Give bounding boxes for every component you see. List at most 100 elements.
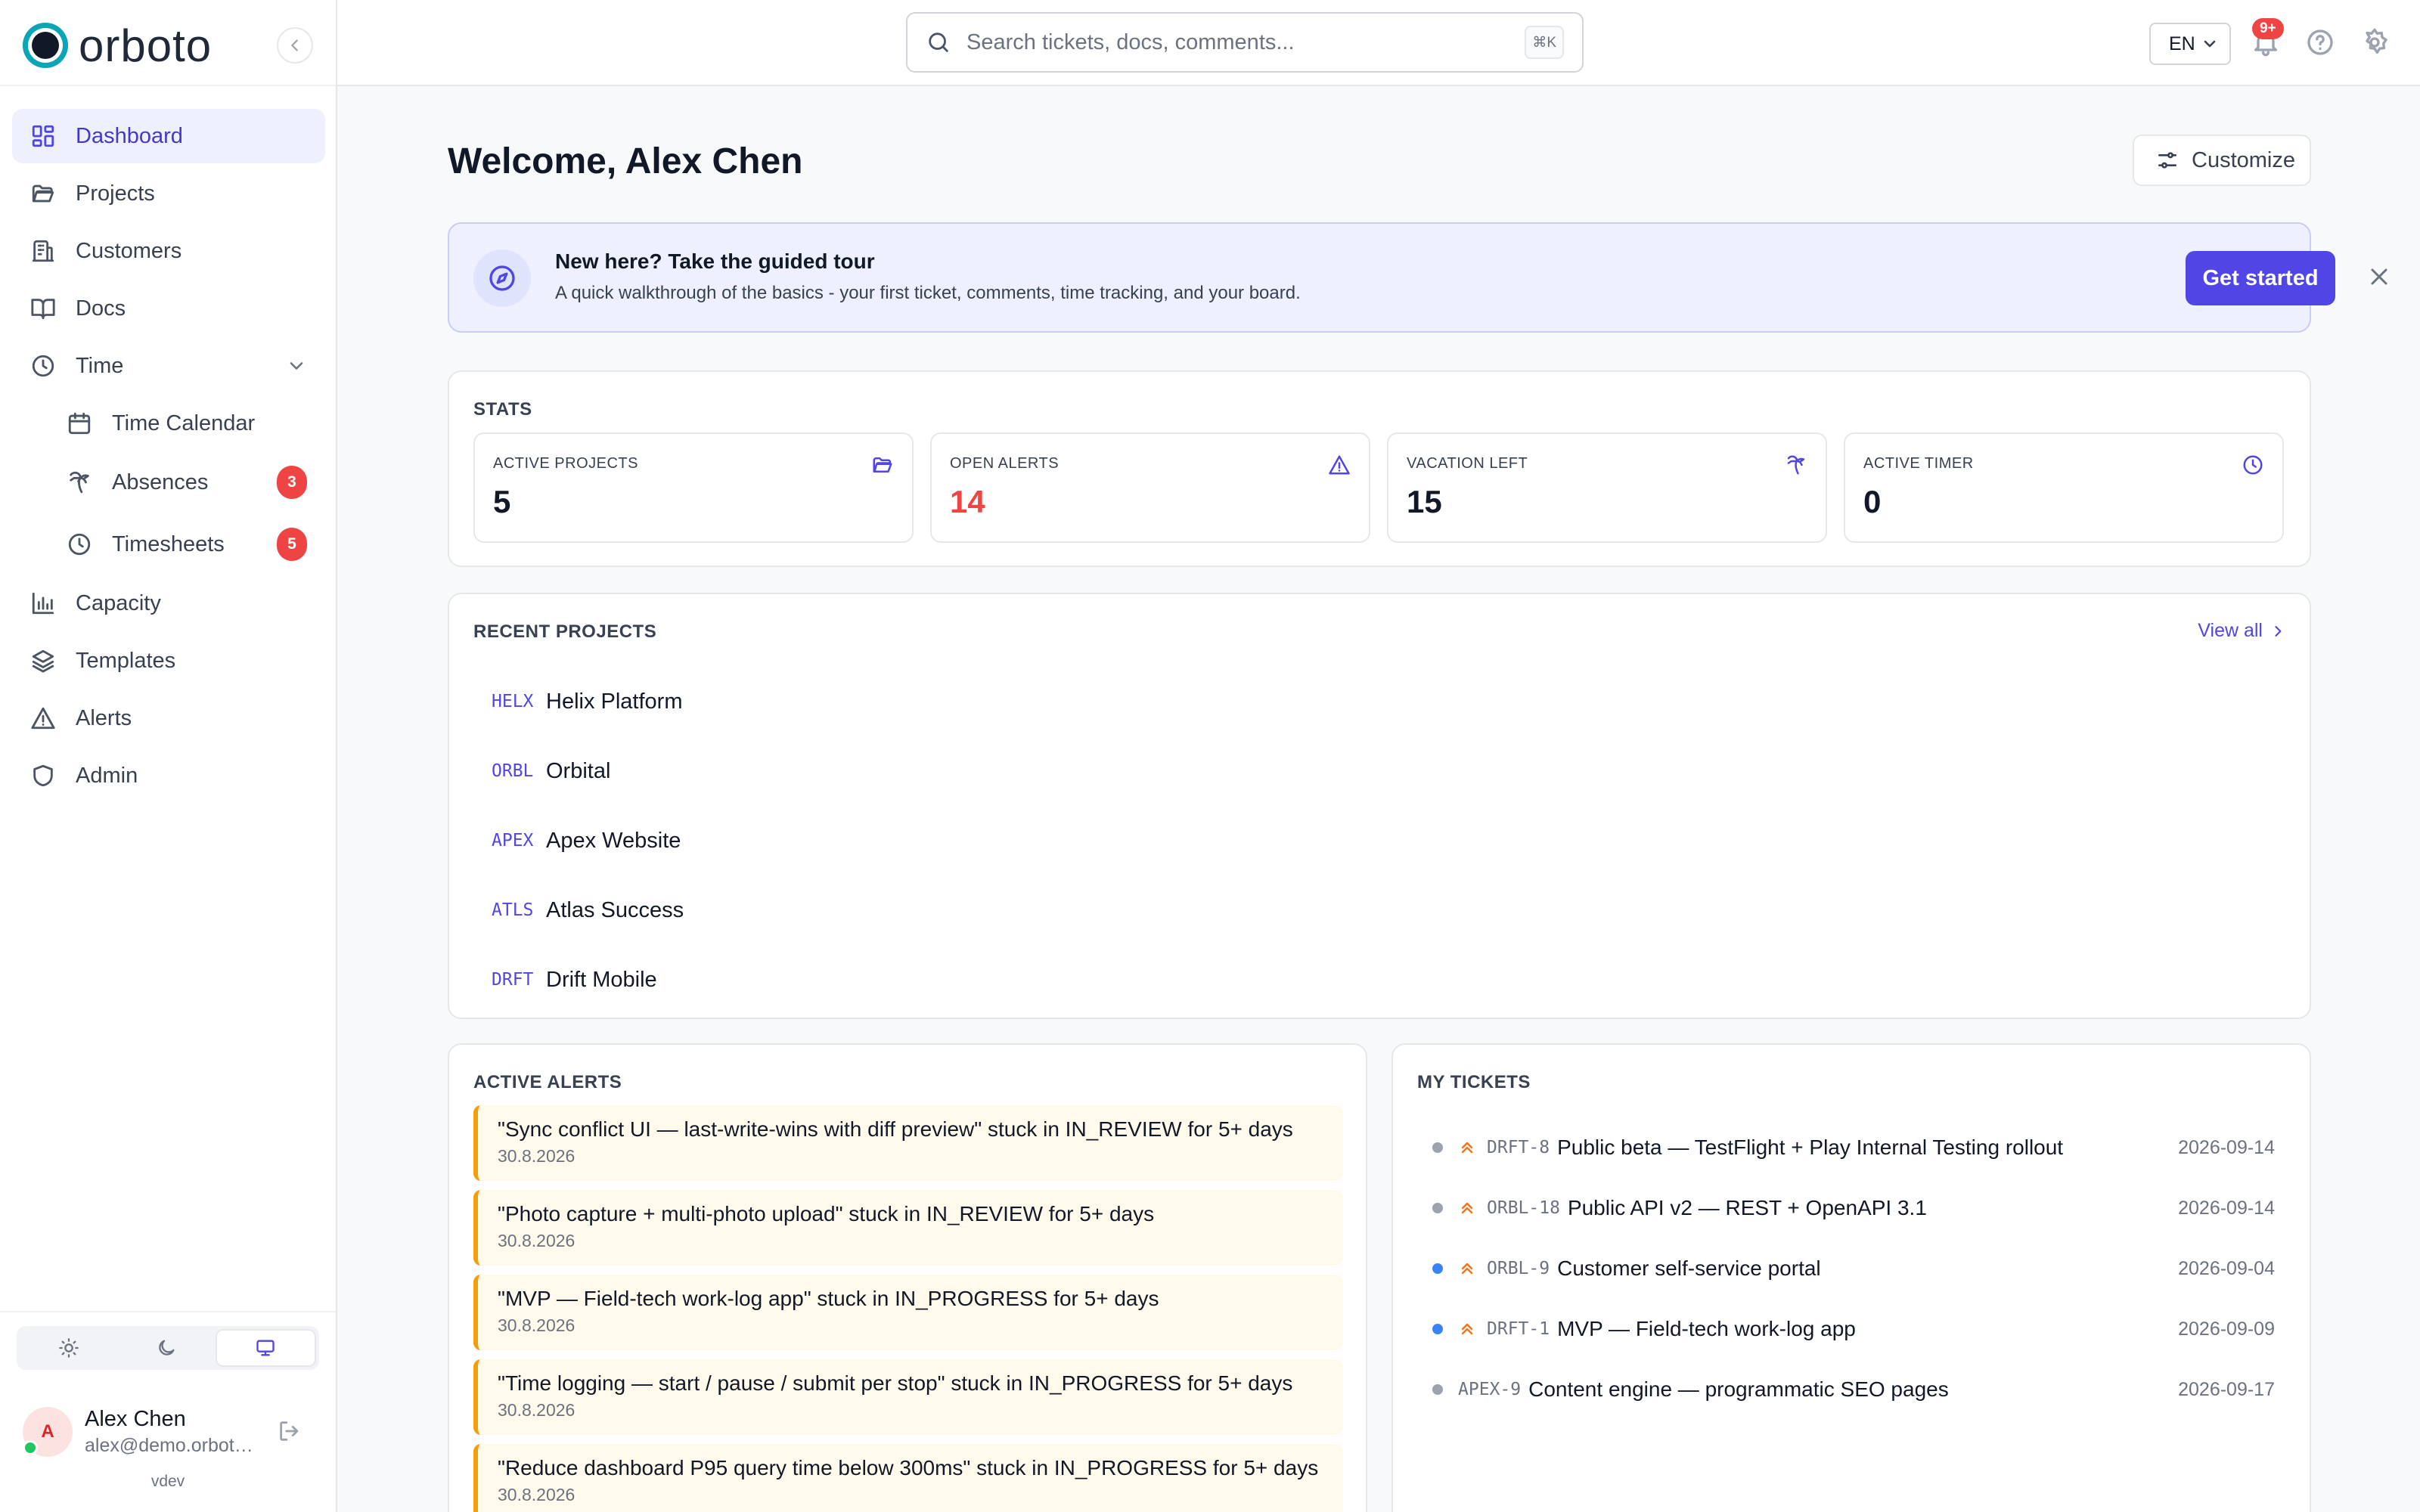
sidebar-item-time[interactable]: Time <box>12 339 325 393</box>
sidebar-item-absences[interactable]: Absences 3 <box>12 452 325 513</box>
ticket-due-date: 2026-09-17 <box>2178 1378 2275 1400</box>
user-info: Alex Chen alex@demo.orboto.com <box>85 1407 259 1457</box>
ticket-title: Public beta — TestFlight + Play Internal… <box>1557 1136 2064 1159</box>
avatar-initial: A <box>41 1421 54 1442</box>
logout-button[interactable] <box>277 1418 302 1444</box>
help-button[interactable] <box>2305 27 2335 57</box>
ticket-title: Public API v2 — REST + OpenAPI 3.1 <box>1567 1196 1927 1219</box>
priority-high-icon <box>1461 1263 1473 1275</box>
alert-text: "Sync conflict UI — last-write-wins with… <box>498 1117 1293 1141</box>
project-key: ATLS <box>492 900 534 920</box>
theme-switcher <box>17 1326 319 1370</box>
alert-date: 30.8.2026 <box>498 1485 576 1504</box>
stat-active-timer[interactable]: ACTIVE TIMER 0 <box>1844 432 2284 543</box>
dashboard-icon <box>32 125 54 147</box>
sidebar-item-label: Docs <box>76 296 126 321</box>
ticket-row[interactable]: APEX-9 Content engine — programmatic SEO… <box>1432 1359 2275 1420</box>
sidebar-item-alerts[interactable]: Alerts <box>12 691 325 745</box>
sidebar-item-label: Alerts <box>76 705 132 730</box>
stat-value: 14 <box>950 484 985 519</box>
customize-button[interactable]: Customize <box>2133 135 2311 186</box>
ticket-row[interactable]: ORBL-18 Public API v2 — REST + OpenAPI 3… <box>1432 1178 2275 1238</box>
sidebar-item-dashboard[interactable]: Dashboard <box>12 109 325 163</box>
stat-active-projects[interactable]: ACTIVE PROJECTS 5 <box>473 432 914 543</box>
sidebar-item-label: Admin <box>76 763 138 788</box>
chevron-left-icon <box>291 39 298 51</box>
sidebar-item-label: Absences <box>112 469 209 494</box>
main-content: Welcome, Alex Chen Customize New here? T… <box>337 86 2420 1512</box>
user-email: alex@demo.orboto.com <box>85 1435 259 1456</box>
sidebar-item-admin[interactable]: Admin <box>12 748 325 803</box>
project-row-atls[interactable]: ATLS Atlas Success <box>492 875 1399 945</box>
stat-label: ACTIVE PROJECTS <box>493 455 638 472</box>
stat-vacation-left[interactable]: VACATION LEFT 15 <box>1387 432 1827 543</box>
environment-label: vdev <box>150 1473 185 1490</box>
project-row-orbl[interactable]: ORBL Orbital <box>492 736 1399 806</box>
project-name: Apex Website <box>546 828 681 853</box>
collapse-sidebar-button[interactable] <box>277 27 313 64</box>
ticket-key: ORBL-18 <box>1487 1198 1560 1218</box>
get-started-button[interactable]: Get started <box>2186 251 2335 305</box>
sidebar-item-docs[interactable]: Docs <box>12 281 325 336</box>
my-tickets-title: MY TICKETS <box>1417 1072 1531 1092</box>
ticket-status-dot <box>1432 1384 1443 1395</box>
project-row-drft[interactable]: DRFT Drift Mobile <box>492 945 1399 1015</box>
priority-high-icon <box>1461 1323 1473 1335</box>
alert-date: 30.8.2026 <box>498 1146 576 1166</box>
dismiss-tour-button[interactable] <box>2366 263 2393 290</box>
project-key: DRFT <box>492 970 534 990</box>
search-placeholder: Search tickets, docs, comments... <box>966 29 1295 54</box>
bar-chart-icon <box>32 592 54 615</box>
palm-tree-icon <box>1787 455 1805 475</box>
topbar: Search tickets, docs, comments... ⌘K EN … <box>337 0 2420 86</box>
active-alerts-title: ACTIVE ALERTS <box>473 1072 622 1092</box>
alert-item[interactable]: "MVP — Field-tech work-log app" stuck in… <box>473 1275 1343 1350</box>
sidebar-item-timesheets[interactable]: Timesheets 5 <box>12 514 325 575</box>
alert-date: 30.8.2026 <box>498 1315 576 1335</box>
sidebar-item-label: Timesheets <box>112 531 225 556</box>
page-title: Welcome, Alex Chen <box>448 141 803 181</box>
alert-item[interactable]: "Sync conflict UI — last-write-wins with… <box>473 1105 1343 1181</box>
palm-tree-icon <box>70 471 89 494</box>
alert-text: "MVP — Field-tech work-log app" stuck in… <box>498 1287 1159 1310</box>
theme-system-button[interactable] <box>215 1329 316 1367</box>
project-name: Helix Platform <box>546 689 683 714</box>
ticket-title: MVP — Field-tech work-log app <box>1557 1317 1856 1340</box>
sidebar-item-capacity[interactable]: Capacity <box>12 576 325 631</box>
ticket-row[interactable]: ORBL-9 Customer self-service portal 2026… <box>1432 1238 2275 1299</box>
logo[interactable]: orboto <box>23 20 212 71</box>
view-all-projects-link[interactable]: View all <box>2198 620 2285 642</box>
chevron-down-icon <box>290 362 303 370</box>
avatar: A <box>23 1407 73 1457</box>
absences-count-badge: 3 <box>277 466 307 499</box>
ticket-row[interactable]: DRFT-1 MVP — Field-tech work-log app 202… <box>1432 1299 2275 1359</box>
theme-light-button[interactable] <box>20 1329 117 1367</box>
sidebar-item-customers[interactable]: Customers <box>12 224 325 278</box>
my-tickets-card: MY TICKETS DRFT-8 Public beta — TestFlig… <box>1392 1043 2311 1512</box>
warning-triangle-icon <box>1329 455 1350 475</box>
alert-item[interactable]: "Photo capture + multi-photo upload" stu… <box>473 1190 1343 1266</box>
alert-item[interactable]: "Time logging — start / pause / submit p… <box>473 1359 1343 1435</box>
settings-button[interactable] <box>2360 27 2390 57</box>
moon-icon <box>159 1340 175 1356</box>
language-select[interactable]: EN <box>2149 23 2231 65</box>
sidebar-item-templates[interactable]: Templates <box>12 634 325 688</box>
project-row-apex[interactable]: APEX Apex Website <box>492 806 1399 875</box>
stat-open-alerts[interactable]: OPEN ALERTS 14 <box>930 432 1370 543</box>
book-open-icon <box>31 299 55 320</box>
theme-dark-button[interactable] <box>117 1329 215 1367</box>
sidebar-item-time-calendar[interactable]: Time Calendar <box>12 396 325 451</box>
project-row-helx[interactable]: HELX Helix Platform <box>492 667 1399 736</box>
alerts-list: "Sync conflict UI — last-write-wins with… <box>473 1105 1343 1512</box>
help-circle-icon <box>2307 29 2333 55</box>
sidebar-item-label: Time <box>76 353 124 378</box>
sidebar: orboto Dashboard Projects Customers Docs… <box>0 0 337 1512</box>
ticket-due-date: 2026-09-14 <box>2178 1197 2275 1219</box>
alert-item[interactable]: "Reduce dashboard P95 query time below 3… <box>473 1444 1343 1512</box>
search-input[interactable]: Search tickets, docs, comments... ⌘K <box>906 12 1584 73</box>
sidebar-item-projects[interactable]: Projects <box>12 166 325 221</box>
user-profile[interactable]: A Alex Chen alex@demo.orboto.com <box>23 1405 325 1459</box>
project-name: Atlas Success <box>546 897 684 922</box>
recent-projects-title: RECENT PROJECTS <box>473 621 657 642</box>
ticket-row[interactable]: DRFT-8 Public beta — TestFlight + Play I… <box>1432 1117 2275 1178</box>
